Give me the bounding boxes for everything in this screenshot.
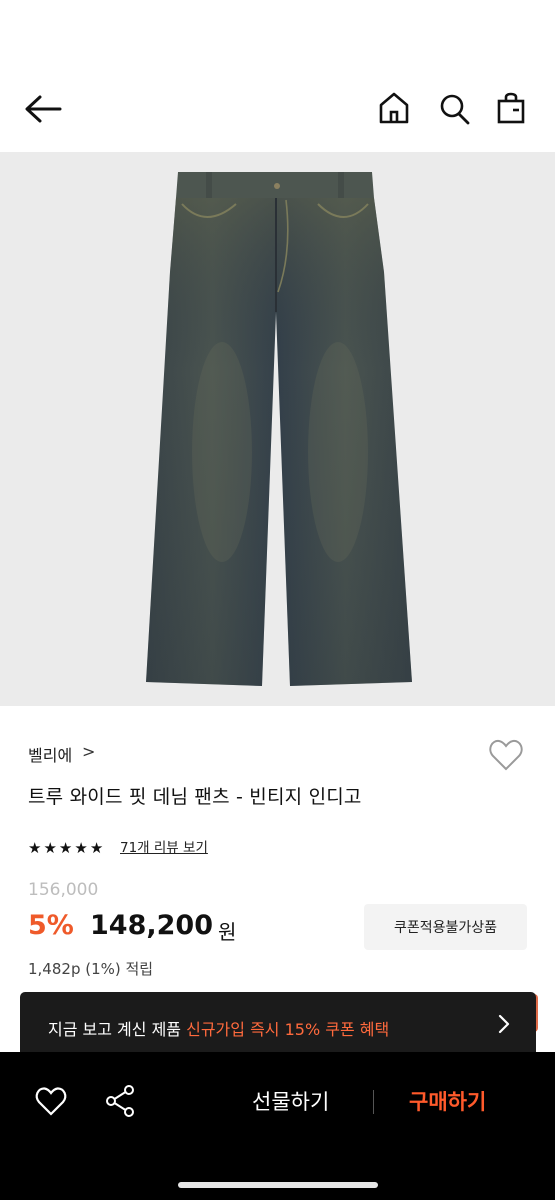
- toast-highlight: 신규가입 즉시 15% 쿠폰 혜택: [186, 1020, 390, 1039]
- reward-points: 1,482p (1%) 적립: [28, 960, 154, 978]
- home-icon[interactable]: [377, 90, 411, 126]
- share-icon[interactable]: [104, 1084, 136, 1118]
- home-indicator: [178, 1182, 378, 1188]
- currency-unit: 원: [218, 920, 237, 944]
- chevron-right-icon[interactable]: >: [82, 742, 95, 761]
- original-price: 156,000: [28, 880, 99, 900]
- toast-message: 지금 보고 계신 제품 신규가입 즉시 15% 쿠폰 혜택: [48, 1016, 389, 1040]
- arrow-left-icon[interactable]: [22, 92, 64, 126]
- search-icon[interactable]: [437, 90, 471, 126]
- product-title: 트루 와이드 핏 데님 팬츠 - 빈티지 인디고: [28, 786, 362, 808]
- chevron-right-icon: [496, 1012, 512, 1036]
- star-icon: ★: [28, 839, 42, 857]
- gift-button[interactable]: 선물하기: [252, 1086, 329, 1116]
- rating-stars: ★ ★ ★ ★ ★: [28, 838, 103, 858]
- star-icon: ★: [43, 839, 57, 857]
- buy-button[interactable]: 구매하기: [409, 1086, 486, 1116]
- discount-rate: 5%: [28, 910, 74, 941]
- product-image[interactable]: [0, 152, 555, 706]
- coupon-status-button[interactable]: 쿠폰적용불가상품: [364, 904, 527, 950]
- star-icon: ★: [74, 839, 88, 857]
- denim-pants-image: [146, 172, 412, 686]
- star-icon: ★: [58, 839, 73, 857]
- purchase-bar: 선물하기 구매하기: [0, 1052, 555, 1200]
- divider: [373, 1090, 374, 1114]
- heart-outline-icon[interactable]: [34, 1085, 68, 1117]
- shopping-bag-icon[interactable]: [495, 90, 529, 126]
- heart-outline-icon[interactable]: [488, 738, 524, 772]
- top-nav-bar: [0, 0, 555, 152]
- star-icon: ★: [89, 839, 104, 857]
- brand-name[interactable]: 벨리에: [28, 742, 72, 766]
- sale-price: 148,200: [90, 910, 213, 941]
- toast-text: 지금 보고 계신 제품: [48, 1020, 187, 1039]
- review-link[interactable]: 71개 리뷰 보기: [120, 838, 208, 858]
